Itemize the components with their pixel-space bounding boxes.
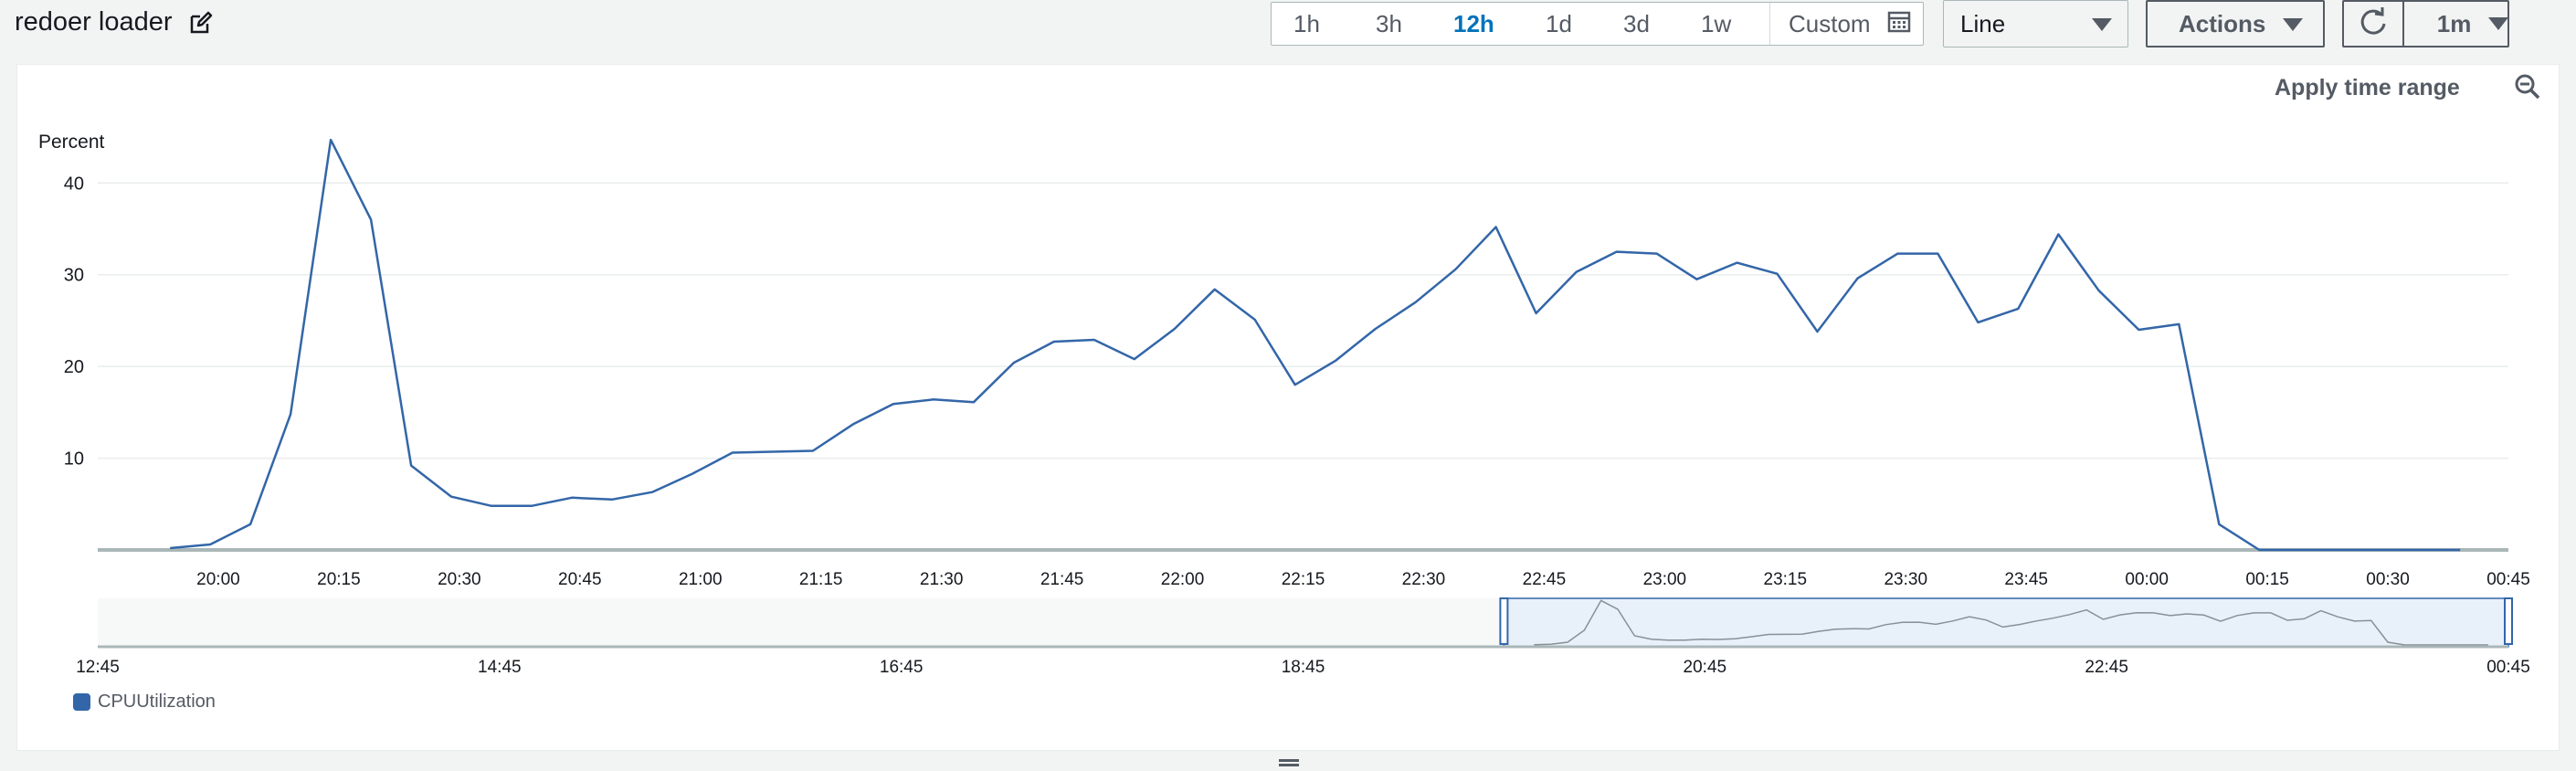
x-tick-label: 23:15 bbox=[1764, 570, 1808, 589]
time-navigator bbox=[98, 597, 2513, 649]
navigator-handle-left bbox=[1499, 597, 1509, 645]
legend-swatch bbox=[73, 693, 90, 711]
y-tick-label: 20 bbox=[64, 357, 84, 377]
x-tick-label: 22:45 bbox=[1523, 570, 1567, 589]
x-axis-ticks: 20:00 20:15 20:30 20:45 21:00 21:15 21:30 21:45… bbox=[196, 570, 2530, 589]
x-tick-label: 00:15 bbox=[2245, 570, 2289, 589]
navigator-tick-label: 18:45 bbox=[1282, 658, 1325, 677]
x-tick-label: 23:30 bbox=[1884, 570, 1927, 589]
navigator-tick-label: 20:45 bbox=[1684, 658, 1727, 677]
navigator-tick-label: 12:45 bbox=[76, 658, 120, 677]
chart-legend[interactable]: CPUUtilization bbox=[73, 692, 216, 713]
x-tick-label: 20:45 bbox=[558, 570, 602, 589]
y-tick-label: 10 bbox=[64, 449, 84, 470]
x-tick-label: 00:30 bbox=[2366, 570, 2410, 589]
x-tick-label: 22:30 bbox=[1402, 570, 1446, 589]
series-points bbox=[170, 139, 2461, 551]
navigator-tick-label: 22:45 bbox=[2085, 658, 2128, 677]
x-tick-label: 00:45 bbox=[2486, 570, 2530, 589]
x-tick-label: 23:00 bbox=[1643, 570, 1687, 589]
x-tick-label: 00:00 bbox=[2125, 570, 2169, 589]
chart-grid bbox=[98, 182, 2508, 459]
x-tick-label: 21:30 bbox=[920, 570, 964, 589]
x-tick-label: 23:45 bbox=[2004, 570, 2048, 589]
navigator-axis-ticks: 12:45 14:45 16:45 18:45 20:45 22:45 00:45 bbox=[76, 658, 2530, 677]
legend-label: CPUUtilization bbox=[98, 692, 216, 712]
series-line-cpuutilization bbox=[170, 138, 2461, 552]
y-axis-ticks: 10 20 30 40 bbox=[64, 174, 84, 469]
x-tick-label: 20:15 bbox=[317, 570, 361, 589]
y-tick-label: 40 bbox=[64, 174, 84, 194]
cpu-utilization-chart[interactable]: 10203040 20:00 20:15 20:30 20:45 21:00 21:15 2… bbox=[0, 0, 2576, 771]
navigator-tick-label: 00:45 bbox=[2486, 658, 2530, 677]
x-tick-label: 21:45 bbox=[1040, 570, 1084, 589]
x-tick-label: 22:00 bbox=[1161, 570, 1205, 589]
x-tick-label: 21:15 bbox=[799, 570, 843, 589]
navigator-tick-label: 16:45 bbox=[880, 658, 924, 677]
x-tick-label: 20:00 bbox=[196, 570, 240, 589]
x-tick-label: 21:00 bbox=[679, 570, 723, 589]
navigator-handle-right bbox=[2504, 597, 2513, 645]
resize-handle-icon[interactable] bbox=[1279, 759, 1299, 766]
y-tick-label: 30 bbox=[64, 266, 84, 286]
x-tick-label: 20:30 bbox=[438, 570, 481, 589]
x-tick-label: 22:15 bbox=[1282, 570, 1325, 589]
navigator-tick-label: 14:45 bbox=[478, 658, 522, 677]
